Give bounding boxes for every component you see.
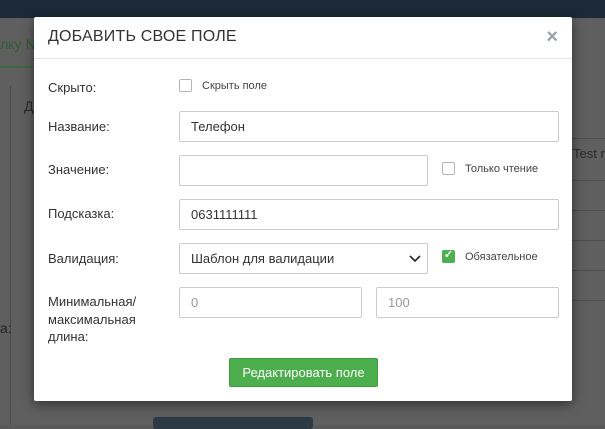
- dialog-title: ДОБАВИТЬ СВОЕ ПОЛЕ: [48, 28, 237, 45]
- hide-field-checkbox-label[interactable]: Скрыть поле: [202, 80, 267, 92]
- hint-input[interactable]: 0631111111: [179, 199, 559, 230]
- background-table-line: [572, 270, 605, 271]
- dialog-header: ДОБАВИТЬ СВОЕ ПОЛЕ ×: [34, 17, 572, 59]
- close-icon[interactable]: ×: [546, 27, 558, 47]
- background-button: [153, 417, 313, 429]
- length-label-line1: Минимальная/: [48, 294, 137, 309]
- value-input[interactable]: [179, 155, 428, 186]
- background-table-line: [572, 240, 605, 241]
- length-label-line2: максимальная: [48, 312, 136, 327]
- background-tab-underline: [0, 66, 34, 68]
- name-label: Название:: [48, 119, 110, 134]
- value-label: Значение:: [48, 162, 110, 177]
- length-label-line3: длина:: [48, 329, 89, 344]
- check-icon: ✓: [443, 249, 454, 261]
- required-checkbox-label[interactable]: Обязательное: [465, 251, 538, 263]
- hidden-label: Скрыто:: [48, 80, 97, 95]
- required-checkbox[interactable]: ✓: [442, 249, 455, 263]
- background-tab-2: Д: [24, 98, 34, 114]
- background-divider: [10, 86, 11, 425]
- background-table-cell: Test r: [573, 146, 605, 161]
- hint-label: Подсказка:: [48, 206, 115, 221]
- validation-select-value: Шаблон для валидации: [191, 251, 335, 266]
- chevron-down-icon: [409, 244, 421, 273]
- background-table-line: [572, 300, 605, 301]
- edit-field-button[interactable]: Редактировать поле: [229, 358, 378, 387]
- add-custom-field-dialog: ДОБАВИТЬ СВОЕ ПОЛЕ × Скрыто: Скрыть поле…: [34, 17, 572, 401]
- background-label: а:: [0, 320, 12, 336]
- background-table-line: [572, 138, 605, 139]
- hide-field-checkbox[interactable]: [179, 79, 192, 92]
- readonly-checkbox[interactable]: [442, 162, 455, 175]
- background-table-line: [572, 180, 605, 181]
- top-navbar: [0, 0, 605, 18]
- background-table-line: [572, 210, 605, 211]
- validation-select[interactable]: Шаблон для валидации: [179, 243, 428, 274]
- min-length-input[interactable]: 0: [179, 287, 362, 318]
- validation-label: Валидация:: [48, 251, 119, 266]
- readonly-checkbox-label[interactable]: Только чтение: [465, 163, 538, 175]
- name-input[interactable]: Телефон: [179, 111, 559, 142]
- max-length-input[interactable]: 100: [376, 287, 559, 318]
